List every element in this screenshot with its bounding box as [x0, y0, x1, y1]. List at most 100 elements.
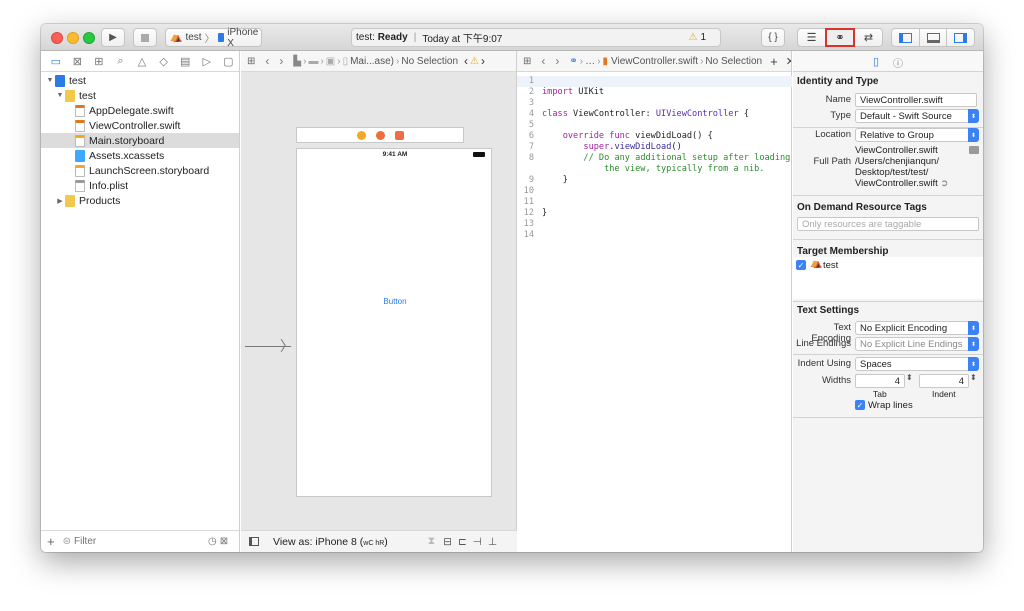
target-name: test [823, 260, 839, 271]
indent-width-field[interactable]: 4 [919, 374, 969, 388]
location-popup[interactable]: Relative to Group ⬍ [855, 128, 979, 142]
source-control-filter-icon[interactable]: ⊠ [220, 536, 228, 547]
issue-icon[interactable]: △ [131, 52, 153, 70]
file-tree-item[interactable]: AppDelegate.swift [41, 103, 239, 118]
file-tree-item[interactable]: ▼ test [41, 73, 239, 88]
file-tree-item[interactable]: ▼ test [41, 88, 239, 103]
embed-icon[interactable]: ⊟ [443, 536, 452, 548]
code-line: 5 [517, 120, 792, 131]
recent-files-icon[interactable]: ◷ [208, 536, 217, 547]
reveal-arrow-icon[interactable]: ➲ [940, 178, 948, 189]
add-editor-icon[interactable]: + [770, 54, 778, 69]
view-as-label[interactable]: View as: iPhone 8 (wC hR) [273, 536, 388, 548]
resolve-icon[interactable]: ⊥ [488, 536, 497, 548]
pin-icon[interactable]: ⊣ [473, 536, 482, 548]
disclosure-triangle-icon[interactable]: ▼ [45, 77, 55, 84]
file-tree-item[interactable]: LaunchScreen.storyboard [41, 163, 239, 178]
debug-icon[interactable]: ▤ [174, 52, 196, 70]
folder-icon: ▬ [308, 55, 319, 67]
chevron-right-icon[interactable]: › [481, 54, 485, 68]
forward-icon[interactable]: › [555, 54, 559, 68]
breadcrumb-file[interactable]: Mai...ase) [350, 56, 394, 67]
warning-icon[interactable]: ⚠ [470, 56, 479, 67]
text-encoding-popup[interactable]: No Explicit Encoding ⬍ [855, 321, 979, 335]
stop-button[interactable] [133, 28, 157, 47]
location-file-name: ViewController.swift [855, 145, 938, 156]
source-control-icon[interactable]: ⊠ [67, 52, 89, 70]
stepper-icon[interactable]: ⬍ [906, 373, 913, 382]
filter-input[interactable] [73, 536, 194, 547]
grid-icon[interactable]: ⊞ [247, 56, 255, 67]
add-icon[interactable]: + [47, 534, 55, 549]
ellipsis-icon[interactable]: … [585, 56, 595, 67]
align-icon[interactable]: ⊏ [458, 536, 467, 548]
close-icon[interactable]: ✕ [786, 55, 791, 68]
help-icon[interactable]: ⓘ [893, 55, 903, 70]
library-button[interactable]: { } [761, 28, 785, 47]
minimize-window-button[interactable] [67, 32, 79, 44]
grid-icon[interactable]: ⊞ [523, 56, 531, 67]
breadcrumb-file[interactable]: ViewController.swift [611, 56, 698, 67]
status-time: 9:41 AM [382, 151, 408, 158]
folder-icon[interactable]: ▭ [45, 52, 67, 70]
line-number: 3 [528, 98, 534, 108]
scheme-selector[interactable]: ⛺ test 〉 iPhone X [165, 27, 262, 49]
view-controller-icon[interactable] [356, 130, 366, 140]
test-icon[interactable]: ◇ [153, 52, 175, 70]
exit-icon[interactable] [394, 130, 404, 140]
stepper-icon[interactable]: ⬍ [970, 373, 977, 382]
file-tree-item[interactable]: Info.plist [41, 178, 239, 193]
wrap-lines-checkbox[interactable]: ✓ [855, 400, 865, 410]
indent-using-popup[interactable]: Spaces ⬍ [855, 357, 979, 371]
update-frames-icon[interactable]: ⧗ [428, 535, 435, 548]
disclosure-triangle-icon[interactable]: ▼ [55, 92, 65, 99]
back-icon[interactable]: ‹ [265, 54, 269, 68]
warning-indicator[interactable]: ⚠ 1 [688, 32, 706, 43]
toggle-navigator-button[interactable] [891, 28, 919, 47]
search-icon[interactable]: ⌕ [110, 52, 132, 70]
code-text: } [542, 175, 568, 185]
file-tree-item[interactable]: ViewController.swift [41, 118, 239, 133]
target-checkbox[interactable]: ✓ [796, 260, 806, 270]
file-tree-item[interactable]: Main.storyboard [41, 133, 239, 148]
symbol-icon[interactable]: ⊞ [88, 52, 110, 70]
line-endings-value: No Explicit Line Endings [860, 338, 963, 350]
version-editor-button[interactable]: ⇄ [855, 28, 883, 47]
breadcrumb-selection[interactable]: No Selection [401, 56, 458, 67]
name-field[interactable]: ViewController.swift [855, 93, 977, 107]
file-tree-item-label: AppDelegate.swift [89, 104, 174, 117]
code-text: the view, typically from a nib. [542, 164, 765, 174]
disclosure-triangle-icon[interactable]: ▶ [55, 197, 65, 205]
file-tree-item-label: test [69, 74, 86, 87]
code-text: override func viewDidLoad() { [562, 131, 713, 141]
tab-width-field[interactable]: 4 [855, 374, 905, 388]
type-popup[interactable]: Default - Swift Source ⬍ [855, 109, 979, 123]
file-tree-item[interactable]: Assets.xcassets [41, 148, 239, 163]
zoom-window-button[interactable] [83, 32, 95, 44]
assistant-editor-button[interactable]: ⚭ [825, 28, 855, 47]
document-outline-icon[interactable] [249, 537, 259, 546]
plist-file-icon [75, 179, 85, 192]
breadcrumb-selection[interactable]: No Selection [705, 56, 762, 67]
run-button[interactable]: ▶ [101, 28, 125, 47]
file-tree-item-label: Main.storyboard [89, 134, 165, 147]
forward-icon[interactable]: › [279, 54, 283, 68]
file-icon[interactable]: ▯ [873, 55, 879, 68]
storyboard-button[interactable]: Button [297, 297, 493, 306]
breakpoint-icon[interactable]: ▷ [196, 52, 218, 70]
toggle-inspector-button[interactable] [947, 28, 975, 47]
divider [793, 195, 983, 196]
close-window-button[interactable] [51, 32, 63, 44]
line-endings-popup[interactable]: No Explicit Line Endings ⬍ [855, 337, 979, 351]
wrap-lines-label: Wrap lines [868, 400, 913, 411]
first-responder-icon[interactable] [375, 130, 385, 140]
chevron-left-icon[interactable]: ‹ [464, 54, 468, 68]
file-tree-item[interactable]: ▶ Products [41, 193, 239, 208]
assets-file-icon [75, 149, 85, 162]
standard-editor-button[interactable]: ☰ [797, 28, 825, 47]
back-icon[interactable]: ‹ [541, 54, 545, 68]
interlocked-rings-icon[interactable]: ⚭ [569, 56, 577, 67]
report-icon[interactable]: ▢ [218, 52, 240, 70]
toggle-debug-area-button[interactable] [919, 28, 947, 47]
folder-reveal-icon[interactable] [969, 146, 979, 154]
